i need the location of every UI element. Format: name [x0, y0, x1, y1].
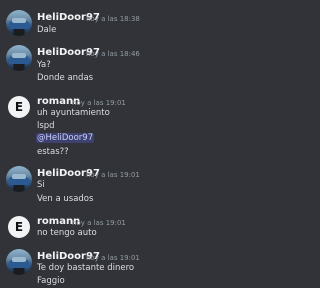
avatar[interactable] [6, 10, 32, 36]
user-mention[interactable]: @HeliDoor97 [36, 133, 95, 143]
message-text: Faggio [37, 276, 65, 286]
message-text: no tengo auto [37, 228, 97, 238]
message-text: Te doy bastante dinero [37, 263, 135, 273]
message-text: Dale [37, 25, 57, 35]
timestamp: hoy a las 19:01 [72, 99, 126, 107]
message-text: Ven a usados [37, 194, 94, 204]
timestamp: hoy a las 18:46 [86, 50, 140, 58]
avatar[interactable] [6, 249, 32, 275]
message-text: Si [37, 180, 45, 190]
timestamp: hoy a las 19:01 [72, 219, 126, 227]
message-text: uh ayuntamiento [37, 108, 110, 118]
avatar[interactable] [6, 45, 32, 71]
message-text: estas?? [37, 147, 69, 157]
timestamp: hoy a las 19:01 [86, 171, 140, 179]
avatar[interactable]: E [8, 216, 30, 238]
timestamp: hoy a las 18:38 [86, 15, 140, 23]
avatar[interactable] [6, 166, 32, 192]
message-text: Donde andas [37, 73, 94, 83]
message-text: Ya? [37, 60, 51, 70]
avatar[interactable]: E [8, 96, 30, 118]
timestamp: hoy a las 19:01 [86, 254, 140, 262]
message-text: lspd [37, 121, 55, 131]
